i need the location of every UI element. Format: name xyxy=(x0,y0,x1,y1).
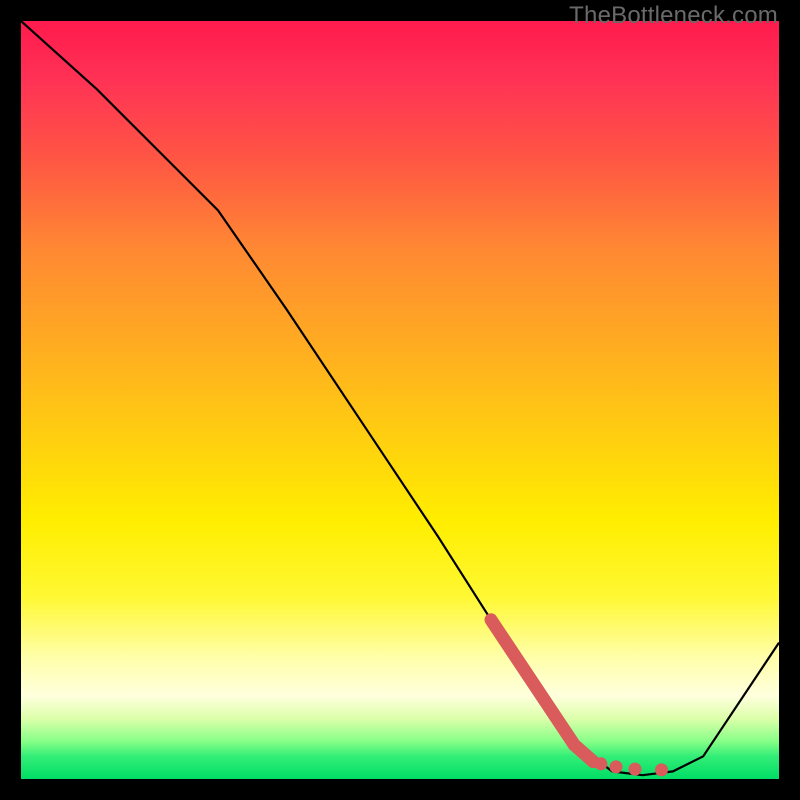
main-curve xyxy=(21,21,779,775)
highlight-dot xyxy=(610,760,623,773)
chart-svg xyxy=(21,21,779,779)
highlight-dot xyxy=(655,763,668,776)
highlight-segment xyxy=(491,620,593,762)
highlight-dot xyxy=(594,757,607,770)
watermark-text: TheBottleneck.com xyxy=(569,2,778,30)
highlight-dots xyxy=(594,757,668,776)
highlight-dot xyxy=(629,763,642,776)
